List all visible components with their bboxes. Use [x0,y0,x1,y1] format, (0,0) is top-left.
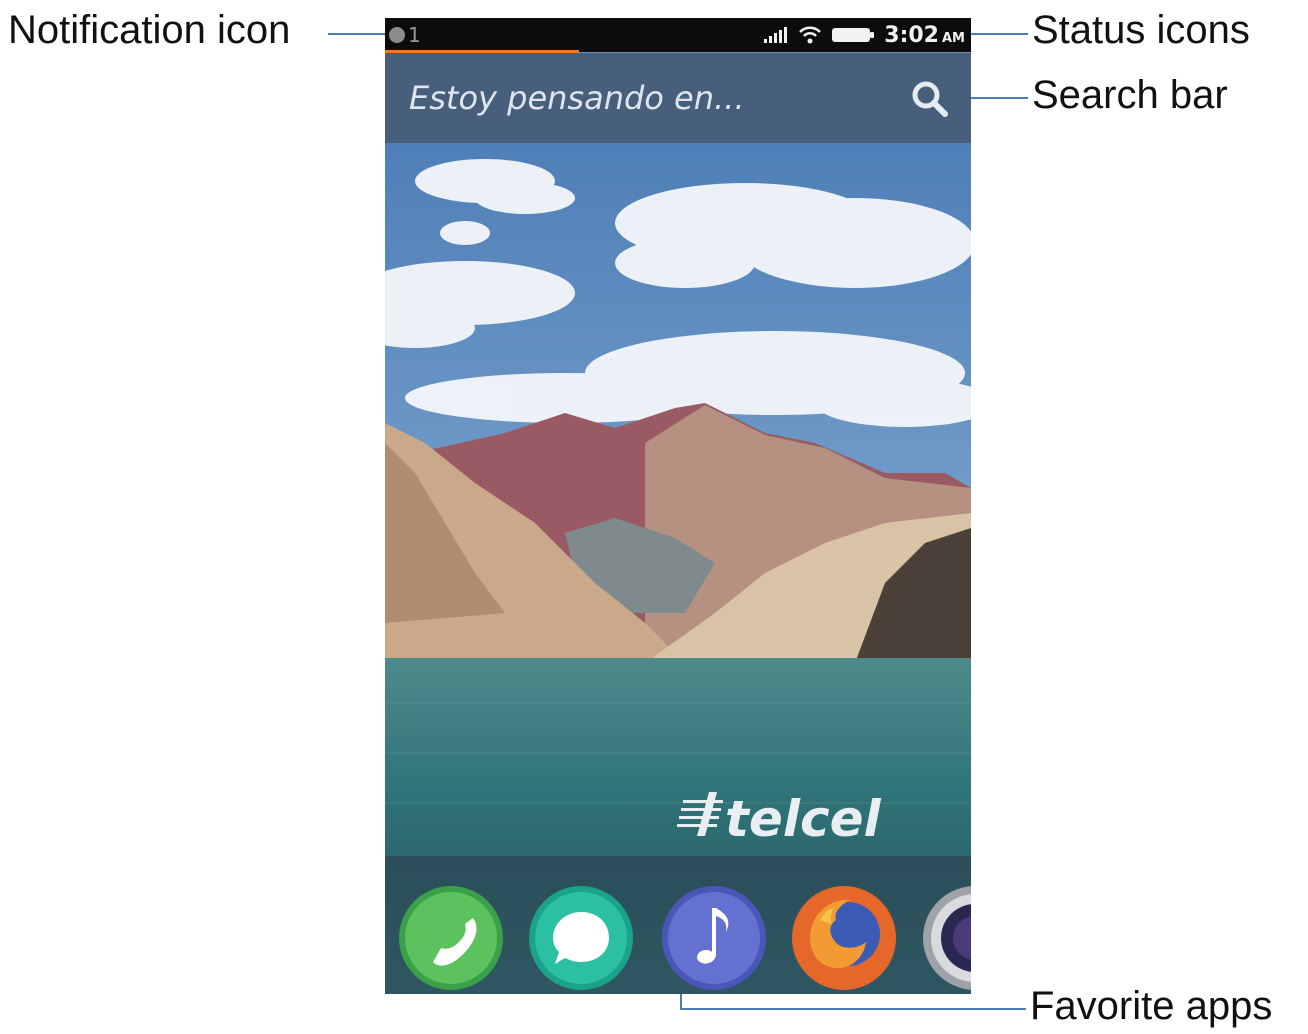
battery-icon [832,28,875,42]
wifi-icon [799,26,822,44]
phone-screen: telcel Estoy pensando en... 1 3:02 AM [385,18,971,994]
notification-count: 1 [408,23,421,47]
status-progress-line [385,50,579,53]
leader-line-notification [328,33,388,35]
time-ampm: AM [942,30,965,46]
carrier-logo-mark-icon: telcel [677,790,882,848]
annotation-notification-icon: Notification icon [8,8,291,52]
phone-icon[interactable] [397,884,505,992]
search-placeholder: Estoy pensando en... [409,79,745,117]
firefox-icon[interactable] [790,884,898,992]
favorites-dock [385,856,971,994]
status-icons: 3:02 AM [764,22,965,48]
annotation-status-icons: Status icons [1032,8,1250,52]
camera-icon[interactable] [921,884,971,992]
annotation-favorite-apps: Favorite apps [1030,984,1273,1028]
signal-bars-icon [764,27,788,43]
search-icon[interactable] [909,78,951,120]
notification-indicator[interactable]: 1 [389,22,421,48]
search-bar[interactable]: Estoy pensando en... [385,53,971,143]
notification-icon [389,27,405,43]
messages-icon[interactable] [527,884,635,992]
time-value: 3:02 [884,22,939,48]
carrier-logo: telcel [677,778,927,848]
leader-line-favorites [680,1008,1026,1010]
annotation-search-bar: Search bar [1032,73,1228,117]
svg-text:telcel: telcel [725,790,882,848]
music-icon[interactable] [660,884,768,992]
leader-line-status [962,33,1028,35]
status-time: 3:02 AM [884,23,965,48]
status-bar: 1 3:02 AM [385,18,971,53]
